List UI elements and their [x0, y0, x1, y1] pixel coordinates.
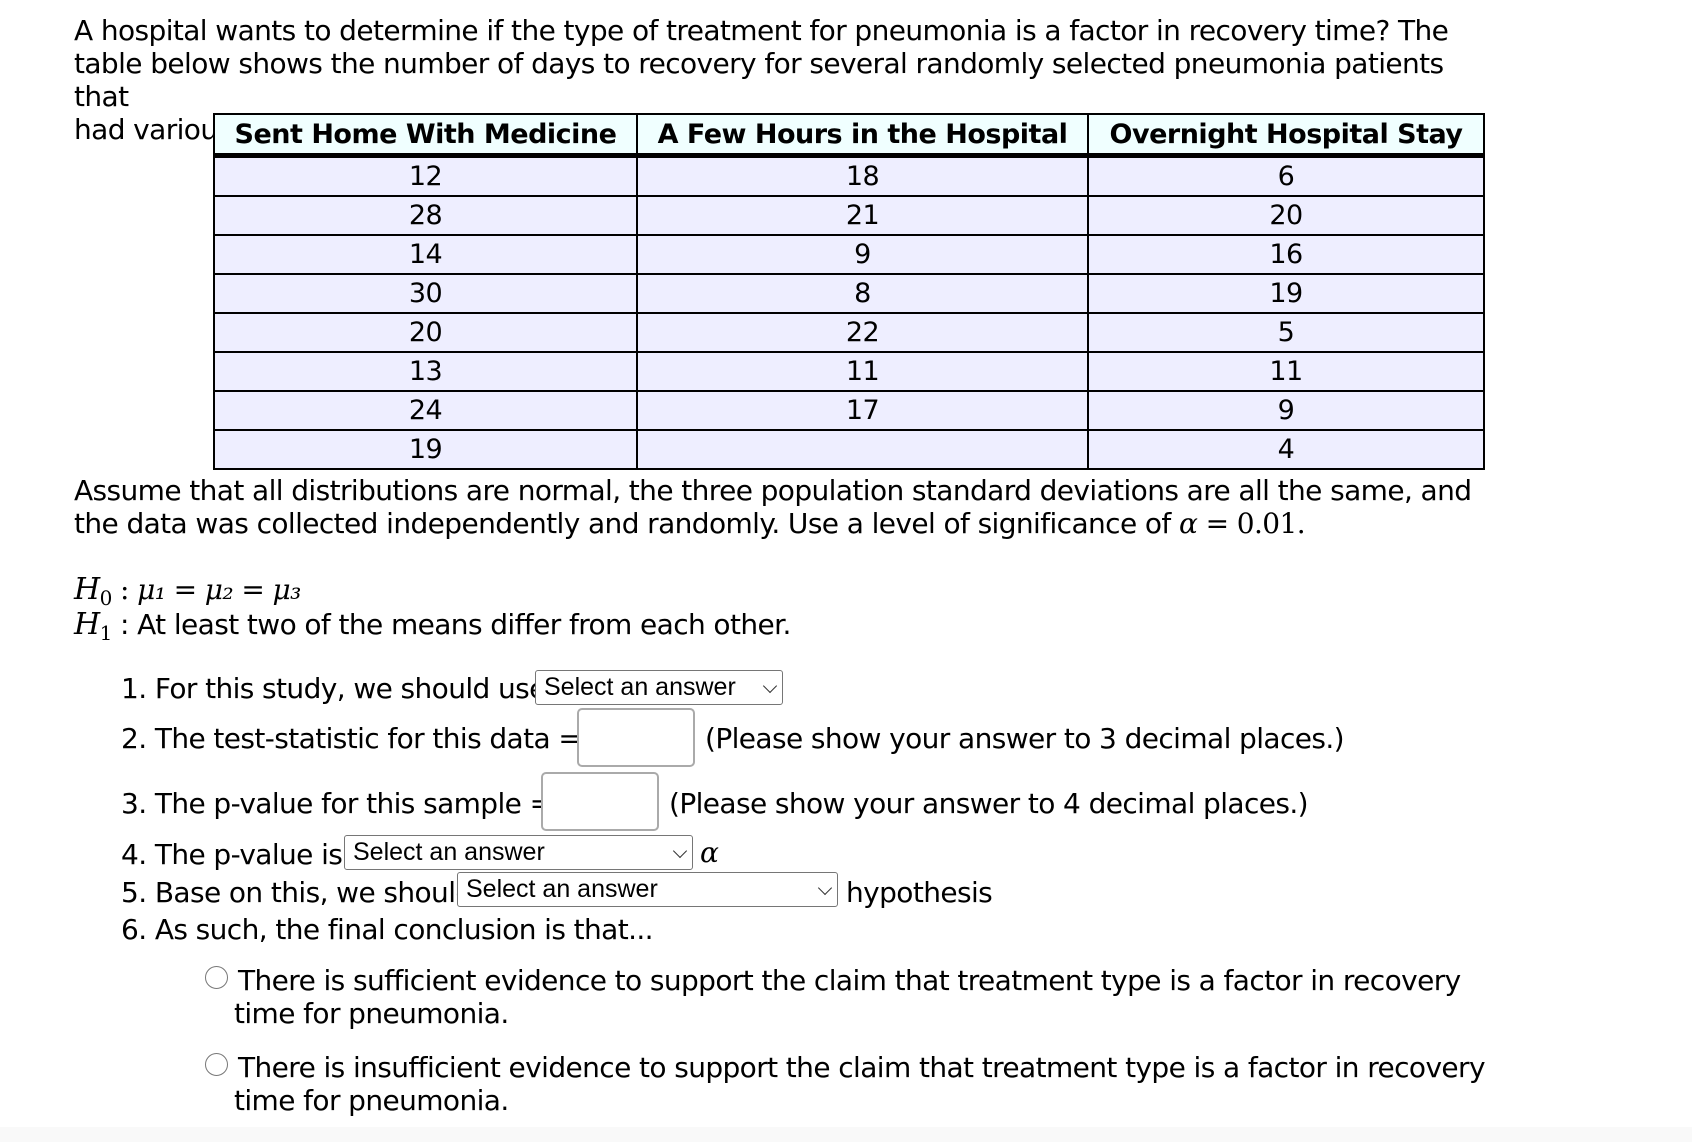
table-row: 14 9 16 — [213, 234, 1485, 275]
assume-line: Assume that all distributions are normal… — [74, 474, 1472, 507]
option-line: There is sufficient evidence to support … — [238, 964, 1461, 997]
table-row: 13 11 11 — [213, 351, 1485, 392]
table-row: 28 21 20 — [213, 195, 1485, 236]
table-cell: 19 — [1087, 273, 1485, 314]
period: . — [1296, 507, 1306, 540]
option-line: There is insufficient evidence to suppor… — [238, 1051, 1486, 1084]
table-cell: 17 — [636, 390, 1089, 431]
select-value: Select an answer — [544, 673, 736, 701]
h0-colon: : — [111, 573, 138, 606]
question-6-label: 6. As such, the final conclusion is that… — [121, 913, 654, 946]
chevron-down-icon — [817, 880, 833, 896]
table-cell: 4 — [1087, 429, 1485, 470]
radio-button[interactable] — [205, 966, 228, 989]
h0-expression: μ₁ = μ₂ = μ₃ — [137, 573, 301, 606]
table-cell: 20 — [213, 312, 638, 353]
table-row: 19 4 — [213, 429, 1485, 470]
table-cell: 24 — [213, 390, 638, 431]
p-value-comparison-select[interactable]: Select an answer — [344, 835, 693, 870]
option-line: time for pneumonia. — [234, 997, 509, 1030]
hypothesis-word: hypothesis — [846, 876, 993, 909]
option-line: time for pneumonia. — [234, 1084, 509, 1117]
table-cell: 19 — [213, 429, 638, 470]
question-4-label: 4. The p-value is — [121, 838, 343, 871]
option-label: There is sufficient evidence to support … — [205, 964, 1505, 1030]
conclusion-option-insufficient[interactable]: There is insufficient evidence to suppor… — [205, 1051, 1505, 1117]
table-cell: 16 — [1087, 234, 1485, 275]
table-row: 30 8 19 — [213, 273, 1485, 314]
table-cell: 5 — [1087, 312, 1485, 353]
table-cell: 30 — [213, 273, 638, 314]
column-header-sent-home: Sent Home With Medicine — [213, 113, 638, 158]
test-statistic-note: (Please show your answer to 3 decimal pl… — [705, 722, 1345, 755]
p-value-note: (Please show your answer to 4 decimal pl… — [669, 787, 1309, 820]
test-statistic-input[interactable] — [577, 708, 695, 767]
p-value-input[interactable] — [541, 772, 659, 831]
alternative-hypothesis: H1 : At least two of the means differ fr… — [74, 607, 791, 645]
null-hypothesis: H0 : μ₁ = μ₂ = μ₃ — [74, 572, 301, 610]
table-cell: 28 — [213, 195, 638, 236]
h1-letter: H — [74, 607, 100, 642]
table-cell — [636, 429, 1089, 470]
table-row: 24 17 9 — [213, 390, 1485, 431]
table-row: 20 22 5 — [213, 312, 1485, 353]
question-1-label: 1. For this study, we should use — [121, 672, 546, 705]
h1-subscript: 1 — [99, 621, 113, 645]
table-cell: 12 — [213, 154, 638, 197]
equals-sign: = — [1197, 507, 1237, 540]
table-cell: 14 — [213, 234, 638, 275]
column-header-overnight: Overnight Hospital Stay — [1087, 113, 1485, 158]
test-type-select[interactable]: Select an answer — [535, 670, 783, 705]
alpha-symbol: α — [1178, 507, 1198, 540]
radio-button[interactable] — [205, 1053, 228, 1076]
alpha-symbol: α — [700, 836, 719, 869]
chevron-down-icon — [672, 843, 688, 859]
table-cell: 22 — [636, 312, 1089, 353]
table-cell: 20 — [1087, 195, 1485, 236]
table-cell: 18 — [636, 154, 1089, 197]
question-3-label: 3. The p-value for this sample = — [121, 787, 553, 820]
table-header-row: Sent Home With Medicine A Few Hours in t… — [213, 113, 1485, 158]
conclusion-option-sufficient[interactable]: There is sufficient evidence to support … — [205, 964, 1505, 1030]
table-cell: 13 — [213, 351, 638, 392]
question-2-label: 2. The test-statistic for this data = — [121, 722, 582, 755]
column-header-few-hours: A Few Hours in the Hospital — [636, 113, 1089, 158]
intro-line: table below shows the number of days to … — [74, 47, 1444, 113]
h1-text: : At least two of the means differ from … — [111, 608, 791, 641]
hypothesis-decision-select[interactable]: Select an answer — [457, 872, 838, 907]
table-cell: 6 — [1087, 154, 1485, 197]
select-value: Select an answer — [353, 838, 545, 866]
intro-line: A hospital wants to determine if the typ… — [74, 14, 1449, 47]
chevron-down-icon — [762, 678, 778, 694]
assume-line: the data was collected independently and… — [74, 507, 1474, 540]
bottom-edge — [0, 1127, 1692, 1142]
h0-letter: H — [74, 572, 100, 607]
select-value: Select an answer — [466, 875, 658, 903]
recovery-data-table: Sent Home With Medicine A Few Hours in t… — [213, 113, 1485, 470]
table-cell: 8 — [636, 273, 1089, 314]
table-cell: 11 — [1087, 351, 1485, 392]
assume-text: the data was collected independently and… — [74, 507, 1179, 540]
assumptions-text: Assume that all distributions are normal… — [74, 474, 1474, 540]
alpha-value: 0.01 — [1236, 507, 1298, 540]
table-cell: 9 — [1087, 390, 1485, 431]
question-5-label: 5. Base on this, we should — [121, 876, 473, 909]
option-label: There is insufficient evidence to suppor… — [205, 1051, 1505, 1117]
table-row: 12 18 6 — [213, 154, 1485, 197]
table-cell: 9 — [636, 234, 1089, 275]
table-cell: 11 — [636, 351, 1089, 392]
table-cell: 21 — [636, 195, 1089, 236]
